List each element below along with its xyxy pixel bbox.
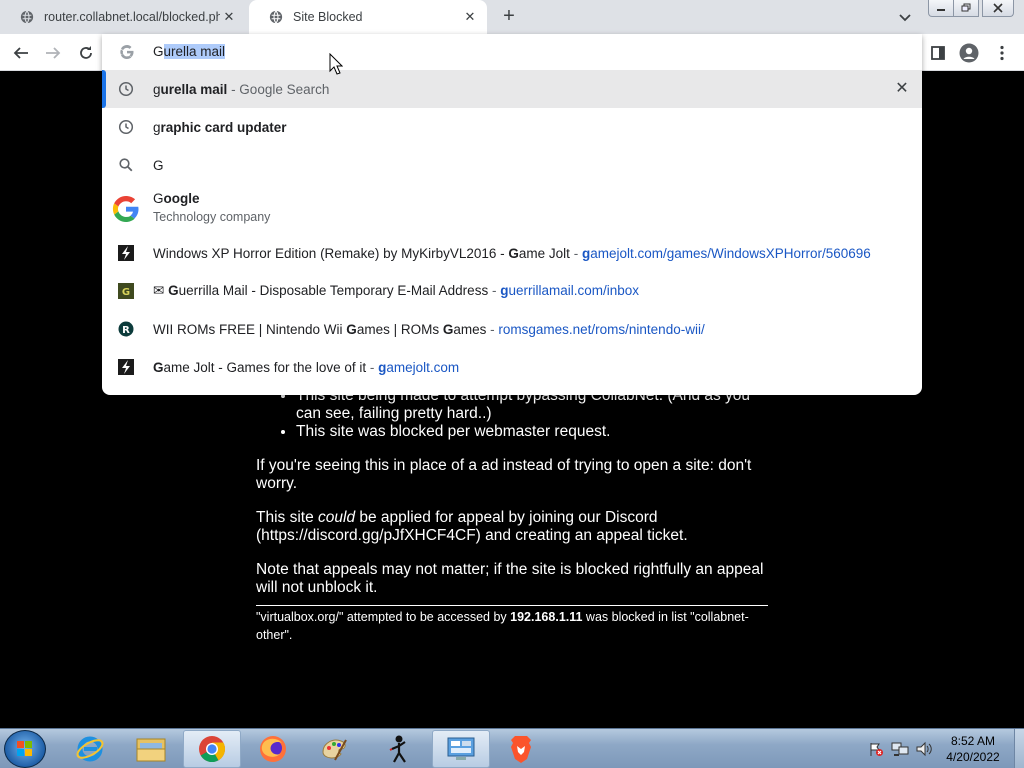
google-logo-icon <box>112 196 139 222</box>
suggestion-row[interactable]: gurella mail - Google Search ✕ <box>102 70 922 108</box>
tab-router-blocked[interactable]: router.collabnet.local/blocked.php ✕ <box>0 0 246 34</box>
show-desktop-button[interactable] <box>1014 729 1024 768</box>
taskbar-stickman-app[interactable] <box>370 730 428 768</box>
action-center-flag-icon[interactable] <box>868 741 884 757</box>
guerrillamail-icon: G <box>118 283 134 299</box>
taskbar-internet-explorer[interactable] <box>61 730 119 768</box>
taskbar-chrome[interactable] <box>183 730 241 768</box>
window-close-button[interactable] <box>982 0 1014 17</box>
chevron-down-icon[interactable] <box>896 8 914 26</box>
clock-time: 8:52 AM <box>950 734 996 748</box>
profile-button[interactable] <box>957 41 981 65</box>
tab-title: Site Blocked <box>293 10 363 24</box>
start-button[interactable] <box>4 730 46 768</box>
suggestion-row[interactable]: R WII ROMs FREE | Nintendo Wii Games | R… <box>102 310 922 348</box>
reload-icon <box>80 46 92 59</box>
tab-site-blocked[interactable]: Site Blocked ✕ <box>249 0 487 34</box>
volume-icon[interactable] <box>915 741 933 757</box>
divider <box>256 605 768 606</box>
blocked-message: This site being made to attempt bypassin… <box>256 387 768 644</box>
stickman-app-icon <box>389 735 406 763</box>
file-explorer-icon <box>136 738 166 762</box>
svg-text:R: R <box>122 325 130 336</box>
chrome-icon <box>199 736 226 763</box>
close-icon[interactable]: ✕ <box>463 10 477 24</box>
appeal-notice: This site could be applied for appeal by… <box>256 509 688 544</box>
suggestion-row[interactable]: G ✉ Guerrilla Mail - Disposable Temporar… <box>102 272 922 310</box>
ad-notice: If you're seeing this in place of a ad i… <box>256 457 752 492</box>
reload-button[interactable] <box>74 41 98 65</box>
globe-icon <box>269 10 283 24</box>
brave-icon <box>511 736 531 763</box>
windows-logo-icon <box>17 741 32 756</box>
autocomplete-selection: urella mail <box>163 44 226 59</box>
suggestion-row[interactable]: graphic card updater <box>102 108 922 146</box>
network-icon[interactable] <box>891 741 909 757</box>
svg-text:G: G <box>122 287 130 298</box>
back-button[interactable] <box>9 41 33 65</box>
forward-button[interactable] <box>41 41 65 65</box>
gamejolt-icon <box>118 245 134 261</box>
menu-button[interactable] <box>990 41 1014 65</box>
google-g-icon <box>120 45 134 59</box>
suggestion-row[interactable]: Google Technology company <box>102 184 922 234</box>
tab-title: router.collabnet.local/blocked.php <box>44 10 220 24</box>
block-details: "virtualbox.org/" attempted to be access… <box>256 610 749 642</box>
restore-button[interactable] <box>953 0 979 17</box>
taskbar-paint[interactable] <box>305 730 363 768</box>
reason-item: This site was blocked per webmaster requ… <box>296 423 768 441</box>
firefox-icon <box>260 736 286 762</box>
appeal-warning: Note that appeals may not matter; if the… <box>256 561 764 596</box>
taskbar-brave[interactable] <box>492 730 550 768</box>
suggestion-row[interactable]: G <box>102 146 922 184</box>
taskbar-control-panel[interactable] <box>432 730 490 768</box>
minimize-button[interactable] <box>928 0 954 17</box>
search-icon <box>119 158 133 172</box>
clock-icon <box>118 119 134 135</box>
clock-date: 4/20/2022 <box>946 750 1000 764</box>
back-arrow-icon <box>13 47 28 59</box>
romsgames-icon: R <box>118 321 134 337</box>
close-icon[interactable]: ✕ <box>222 10 236 24</box>
suggestion-row[interactable]: Game Jolt - Games for the love of it - g… <box>102 348 922 386</box>
system-clock[interactable]: 8:52 AM 4/20/2022 <box>932 733 1014 765</box>
suggestion-row[interactable]: Windows XP Horror Edition (Remake) by My… <box>102 234 922 272</box>
mouse-cursor-icon <box>329 53 343 75</box>
kebab-menu-icon <box>1000 45 1004 61</box>
paint-icon <box>322 739 347 761</box>
omnibox-dropdown: Gurella mail gurella mail - Google Searc… <box>102 34 922 395</box>
gamejolt-icon <box>118 359 134 375</box>
forward-arrow-icon <box>46 47 61 59</box>
tab-strip: router.collabnet.local/blocked.php ✕ Sit… <box>0 0 1024 34</box>
side-panel-icon <box>931 46 945 60</box>
avatar-icon <box>959 43 979 63</box>
clock-icon <box>118 81 134 97</box>
internet-explorer-icon <box>76 736 104 762</box>
globe-icon <box>20 10 34 24</box>
address-bar[interactable]: Gurella mail <box>102 34 922 70</box>
reason-list: This site being made to attempt bypassin… <box>296 387 768 441</box>
remove-suggestion-icon[interactable]: ✕ <box>894 81 910 97</box>
taskbar-firefox[interactable] <box>244 730 302 768</box>
address-input[interactable]: Gurella mail <box>153 44 226 59</box>
new-tab-button[interactable]: + <box>498 6 520 28</box>
taskbar-file-explorer[interactable] <box>122 730 180 768</box>
windows-taskbar: 8:52 AM 4/20/2022 <box>0 728 1024 768</box>
side-panel-button[interactable] <box>926 41 950 65</box>
control-panel-icon <box>447 737 475 760</box>
